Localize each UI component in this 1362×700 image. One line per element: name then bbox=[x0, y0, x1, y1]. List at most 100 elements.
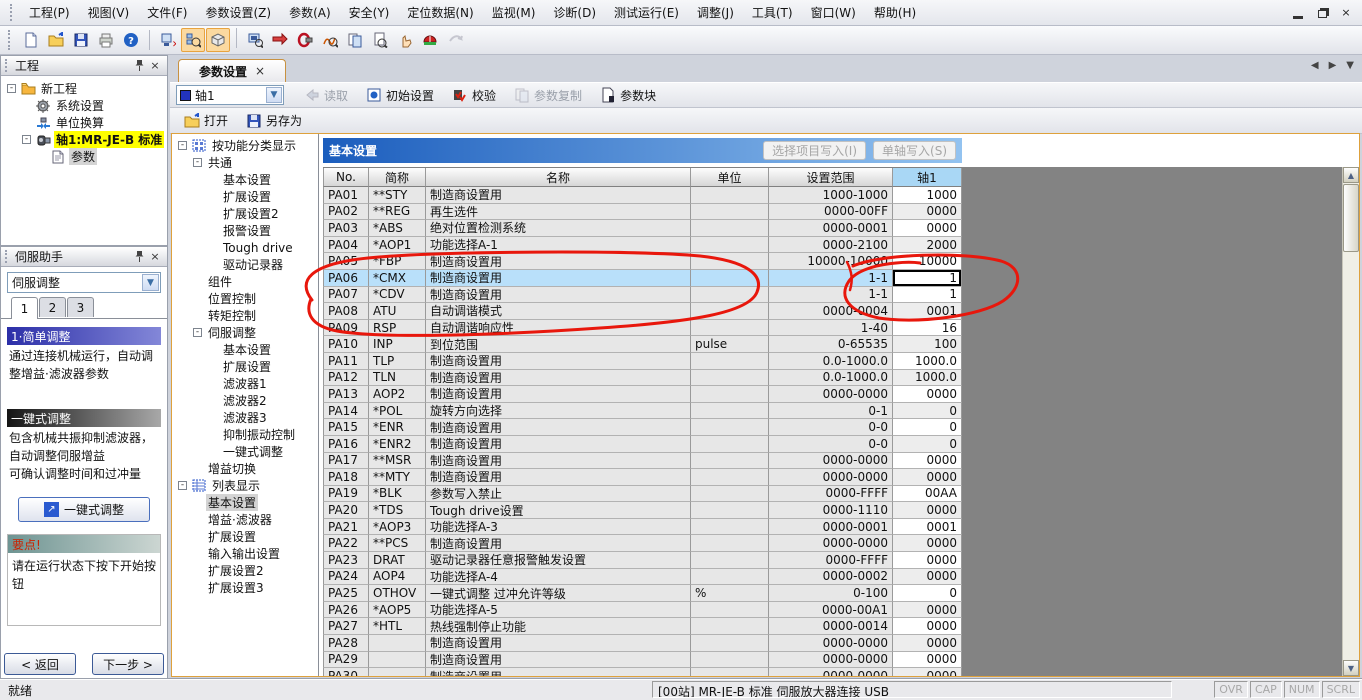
close-button[interactable]: × bbox=[1336, 5, 1356, 21]
tree-expander-icon[interactable]: - bbox=[193, 158, 202, 167]
table-row[interactable]: PA03*ABS绝对位置检测系统0000-00010000 bbox=[323, 220, 962, 237]
axis-value-cell[interactable]: 0000 bbox=[893, 569, 962, 586]
table-row[interactable]: PA21*AOP3功能选择A-30000-00010001 bbox=[323, 519, 962, 536]
table-row[interactable]: PA05*FBP制造商设置用10000-1000010000 bbox=[323, 253, 962, 270]
axis-value-cell[interactable]: 10000 bbox=[893, 253, 962, 270]
tree-expander-icon[interactable]: - bbox=[22, 135, 31, 144]
table-row[interactable]: PA10INP到位范围pulse0-65535100 bbox=[323, 336, 962, 353]
open-folder-button[interactable] bbox=[44, 28, 68, 52]
help-button[interactable]: ? bbox=[119, 28, 143, 52]
table-row[interactable]: PA19*BLK参数写入禁止0000-FFFF00AA bbox=[323, 486, 962, 503]
chevron-down-icon[interactable]: ▼ bbox=[266, 87, 282, 103]
project-tree-item[interactable]: 参数 bbox=[1, 148, 167, 165]
axis-value-cell[interactable]: 100 bbox=[893, 336, 962, 353]
pin-icon[interactable] bbox=[131, 250, 147, 264]
assistant-panel-close-icon[interactable]: × bbox=[147, 250, 163, 264]
校验-button[interactable]: 校验 bbox=[444, 84, 504, 106]
function-tree-item[interactable]: 扩展设置 bbox=[172, 358, 318, 375]
axis-value-cell[interactable]: 0001 bbox=[893, 519, 962, 536]
table-row[interactable]: PA13AOP2制造商设置用0000-00000000 bbox=[323, 386, 962, 403]
station-setting-button[interactable]: ✕ bbox=[156, 28, 180, 52]
tab-close-icon[interactable]: × bbox=[255, 64, 265, 78]
axis-value-cell[interactable]: 0000 bbox=[893, 453, 962, 470]
function-tree-item[interactable]: -共通 bbox=[172, 154, 318, 171]
graph-analyze-button[interactable] bbox=[318, 28, 342, 52]
axis-value-cell[interactable]: 1000.0 bbox=[893, 353, 962, 370]
onekey-tuning-button[interactable]: ↗ 一键式调整 bbox=[18, 497, 150, 522]
back-button[interactable]: < 返回 bbox=[4, 653, 76, 675]
scroll-up-icon[interactable]: ▲ bbox=[1343, 167, 1359, 183]
table-row[interactable]: PA20*TDSTough drive设置0000-11100000 bbox=[323, 502, 962, 519]
project-tree-item[interactable]: 单位换算 bbox=[1, 114, 167, 131]
function-tree-item[interactable]: 增益·滤波器 bbox=[172, 511, 318, 528]
test-mode-button[interactable] bbox=[418, 28, 442, 52]
axis-value-cell[interactable]: 0000 bbox=[893, 204, 962, 221]
tab-parameter-setting[interactable]: 参数设置 × bbox=[178, 59, 286, 82]
axis-rotate-button[interactable] bbox=[293, 28, 317, 52]
function-tree-item[interactable]: 位置控制 bbox=[172, 290, 318, 307]
function-tree-item[interactable]: 基本设置 bbox=[172, 341, 318, 358]
function-tree-item[interactable]: 滤波器1 bbox=[172, 375, 318, 392]
menu-item-14[interactable]: 帮助(H) bbox=[865, 1, 925, 24]
function-tree-item[interactable]: 组件 bbox=[172, 273, 318, 290]
menu-item-8[interactable]: 监视(M) bbox=[483, 1, 545, 24]
assistant-tab-2[interactable]: 2 bbox=[39, 297, 66, 317]
function-tree-item[interactable]: 报警设置 bbox=[172, 222, 318, 239]
batch-transfer-button[interactable] bbox=[268, 28, 292, 52]
next-button[interactable]: 下一步 > bbox=[92, 653, 164, 675]
function-tree-item[interactable]: 扩展设置 bbox=[172, 188, 318, 205]
chevron-down-icon[interactable]: ▼ bbox=[142, 274, 159, 291]
axis-value-cell[interactable]: 0 bbox=[893, 436, 962, 453]
axis-value-cell[interactable]: 0000 bbox=[893, 618, 962, 635]
axis-value-cell[interactable]: 16 bbox=[893, 320, 962, 337]
new-doc-button[interactable] bbox=[19, 28, 43, 52]
menu-item-13[interactable]: 窗口(W) bbox=[802, 1, 865, 24]
table-row[interactable]: PA27*HTL热线强制停止功能0000-00140000 bbox=[323, 618, 962, 635]
打开-button[interactable]: 打开 bbox=[176, 110, 236, 132]
axis-value-cell[interactable]: 0000 bbox=[893, 652, 962, 669]
table-row[interactable]: PA22**PCS制造商设置用0000-00000000 bbox=[323, 535, 962, 552]
menu-item-7[interactable]: 定位数据(N) bbox=[398, 1, 482, 24]
tree-expander-icon[interactable]: - bbox=[178, 481, 187, 490]
function-tree-item[interactable]: -按功能分类显示 bbox=[172, 137, 318, 154]
menu-item-1[interactable]: 工程(P) bbox=[20, 1, 79, 24]
table-row[interactable]: PA24AOP4功能选择A-40000-00020000 bbox=[323, 569, 962, 586]
function-tree-item[interactable]: 扩展设置2 bbox=[172, 562, 318, 579]
assistant-mode-select[interactable]: 伺服调整 ▼ bbox=[7, 272, 161, 293]
初始设置-button[interactable]: 初始设置 bbox=[358, 84, 442, 106]
table-row[interactable]: PA28制造商设置用0000-00000000 bbox=[323, 635, 962, 652]
menu-item-11[interactable]: 调整(J) bbox=[688, 1, 743, 24]
axis-value-cell[interactable]: 1000.0 bbox=[893, 370, 962, 387]
project-tree-item[interactable]: -新工程 bbox=[1, 80, 167, 97]
table-row[interactable]: PA30制造商设置用0000-00000000 bbox=[323, 668, 962, 676]
menu-item-3[interactable]: 文件(F) bbox=[138, 1, 196, 24]
function-tree-item[interactable]: 扩展设置 bbox=[172, 528, 318, 545]
tree-expander-icon[interactable]: - bbox=[193, 328, 202, 337]
axis-value-cell[interactable]: 00AA bbox=[893, 486, 962, 503]
function-tree-item[interactable]: 扩展设置3 bbox=[172, 579, 318, 596]
axis-value-cell[interactable]: 0000 bbox=[893, 535, 962, 552]
tab-scroll-left-icon[interactable]: ◀ bbox=[1311, 60, 1319, 71]
assistant-tab-1[interactable]: 1 bbox=[11, 297, 38, 319]
function-tree-item[interactable]: Tough drive bbox=[172, 239, 318, 256]
tab-list-icon[interactable]: ▼ bbox=[1346, 60, 1354, 71]
table-row[interactable]: PA18**MTY制造商设置用0000-00000000 bbox=[323, 469, 962, 486]
print-button[interactable] bbox=[94, 28, 118, 52]
table-row[interactable]: PA15*ENR制造商设置用0-00 bbox=[323, 419, 962, 436]
axis-value-cell[interactable]: 0000 bbox=[893, 668, 962, 676]
write-selected-button[interactable]: 选择项目写入(I) bbox=[763, 141, 866, 160]
axis-value-cell[interactable]: 1000 bbox=[893, 187, 962, 204]
function-tree-item[interactable]: 扩展设置2 bbox=[172, 205, 318, 222]
table-row[interactable]: PA06*CMX制造商设置用1-11 bbox=[323, 270, 962, 287]
table-row[interactable]: PA17**MSR制造商设置用0000-00000000 bbox=[323, 453, 962, 470]
scrollbar-thumb[interactable] bbox=[1343, 184, 1359, 252]
doc-verify-button[interactable] bbox=[368, 28, 392, 52]
axis-value-cell[interactable]: 0000 bbox=[893, 469, 962, 486]
table-row[interactable]: PA02**REG再生选件0000-00FF0000 bbox=[323, 204, 962, 221]
tab-scroll-right-icon[interactable]: ▶ bbox=[1329, 60, 1337, 71]
minimize-button[interactable] bbox=[1288, 5, 1308, 21]
menu-item-9[interactable]: 诊断(D) bbox=[544, 1, 605, 24]
table-row[interactable]: PA26*AOP5功能选择A-50000-00A10000 bbox=[323, 602, 962, 619]
axis-select[interactable]: 轴1 ▼ bbox=[176, 85, 284, 105]
table-row[interactable]: PA23DRAT驱动记录器任意报警触发设置0000-FFFF0000 bbox=[323, 552, 962, 569]
